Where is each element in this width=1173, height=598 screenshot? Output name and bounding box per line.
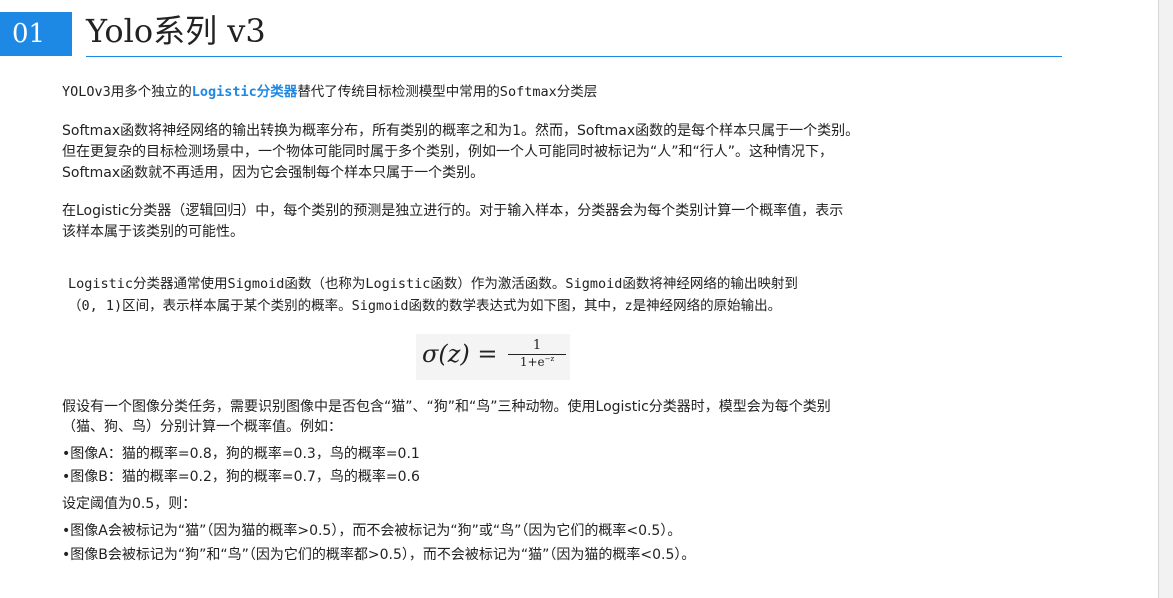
title-divider <box>86 56 1062 57</box>
formula-fraction: 1 1+e−z <box>508 338 566 369</box>
formula-lhs: σ(z) = <box>422 340 498 368</box>
formula-denominator: 1+e−z <box>508 355 566 369</box>
page-edge <box>1158 0 1173 598</box>
threshold-text: 设定阈值为0.5，则： <box>62 496 197 512</box>
softmax-line-3: Softmax函数就不再适用，因为它会强制每个样本只属于一个类别。 <box>62 165 485 181</box>
image-b-result: •图像B会被标记为“狗”和“鸟”（因为它们的概率都>0.5），而不会被标记为“猫… <box>62 547 696 563</box>
sigmoid-formula: σ(z) = 1 1+e−z <box>416 334 570 380</box>
example-line-2: （猫、狗、鸟）分别计算一个概率值。例如： <box>62 419 342 435</box>
softmax-line-2: 但在更复杂的目标检测场景中，一个物体可能同时属于多个类别，例如一个人可能同时被标… <box>62 144 834 160</box>
intro-paragraph: YOLOv3用多个独立的Logistic分类器替代了传统目标检测模型中常用的So… <box>62 82 597 102</box>
formula-numerator: 1 <box>508 338 566 355</box>
logistic-classifier-highlight: Logistic分类器 <box>191 84 298 100</box>
example-line-1: 假设有一个图像分类任务，需要识别图像中是否包含“猫”、“狗”和“鸟”三种动物。使… <box>62 399 831 415</box>
logistic-line-1: 在Logistic分类器（逻辑回归）中，每个类别的预测是独立进行的。对于输入样本… <box>62 203 844 219</box>
section-number-badge: 01 <box>0 12 72 56</box>
intro-prefix: YOLOv3用多个独立的 <box>62 84 192 100</box>
page-title: Yolo系列 v3 <box>86 12 266 50</box>
formula-exponent: −z <box>544 355 555 363</box>
formula-denominator-base: 1+e <box>519 355 545 369</box>
sigmoid-line-1: Logistic分类器通常使用Sigmoid函数（也称为Logistic函数）作… <box>68 276 798 292</box>
sigmoid-line-2: （0, 1)区间，表示样本属于某个类别的概率。Sigmoid函数的数学表达式为如… <box>68 298 782 314</box>
image-b-probabilities: •图像B：猫的概率=0.2，狗的概率=0.7，鸟的概率=0.6 <box>62 469 420 485</box>
image-a-probabilities: •图像A：猫的概率=0.8，狗的概率=0.3，鸟的概率=0.1 <box>62 446 420 462</box>
intro-suffix: 替代了传统目标检测模型中常用的Softmax分类层 <box>297 84 598 100</box>
image-a-result: •图像A会被标记为“猫”（因为猫的概率>0.5），而不会被标记为“狗”或“鸟”（… <box>62 523 682 539</box>
softmax-line-1: Softmax函数将神经网络的输出转换为概率分布，所有类别的概率之和为1。然而，… <box>62 123 860 139</box>
logistic-line-2: 该样本属于该类别的可能性。 <box>62 224 244 240</box>
